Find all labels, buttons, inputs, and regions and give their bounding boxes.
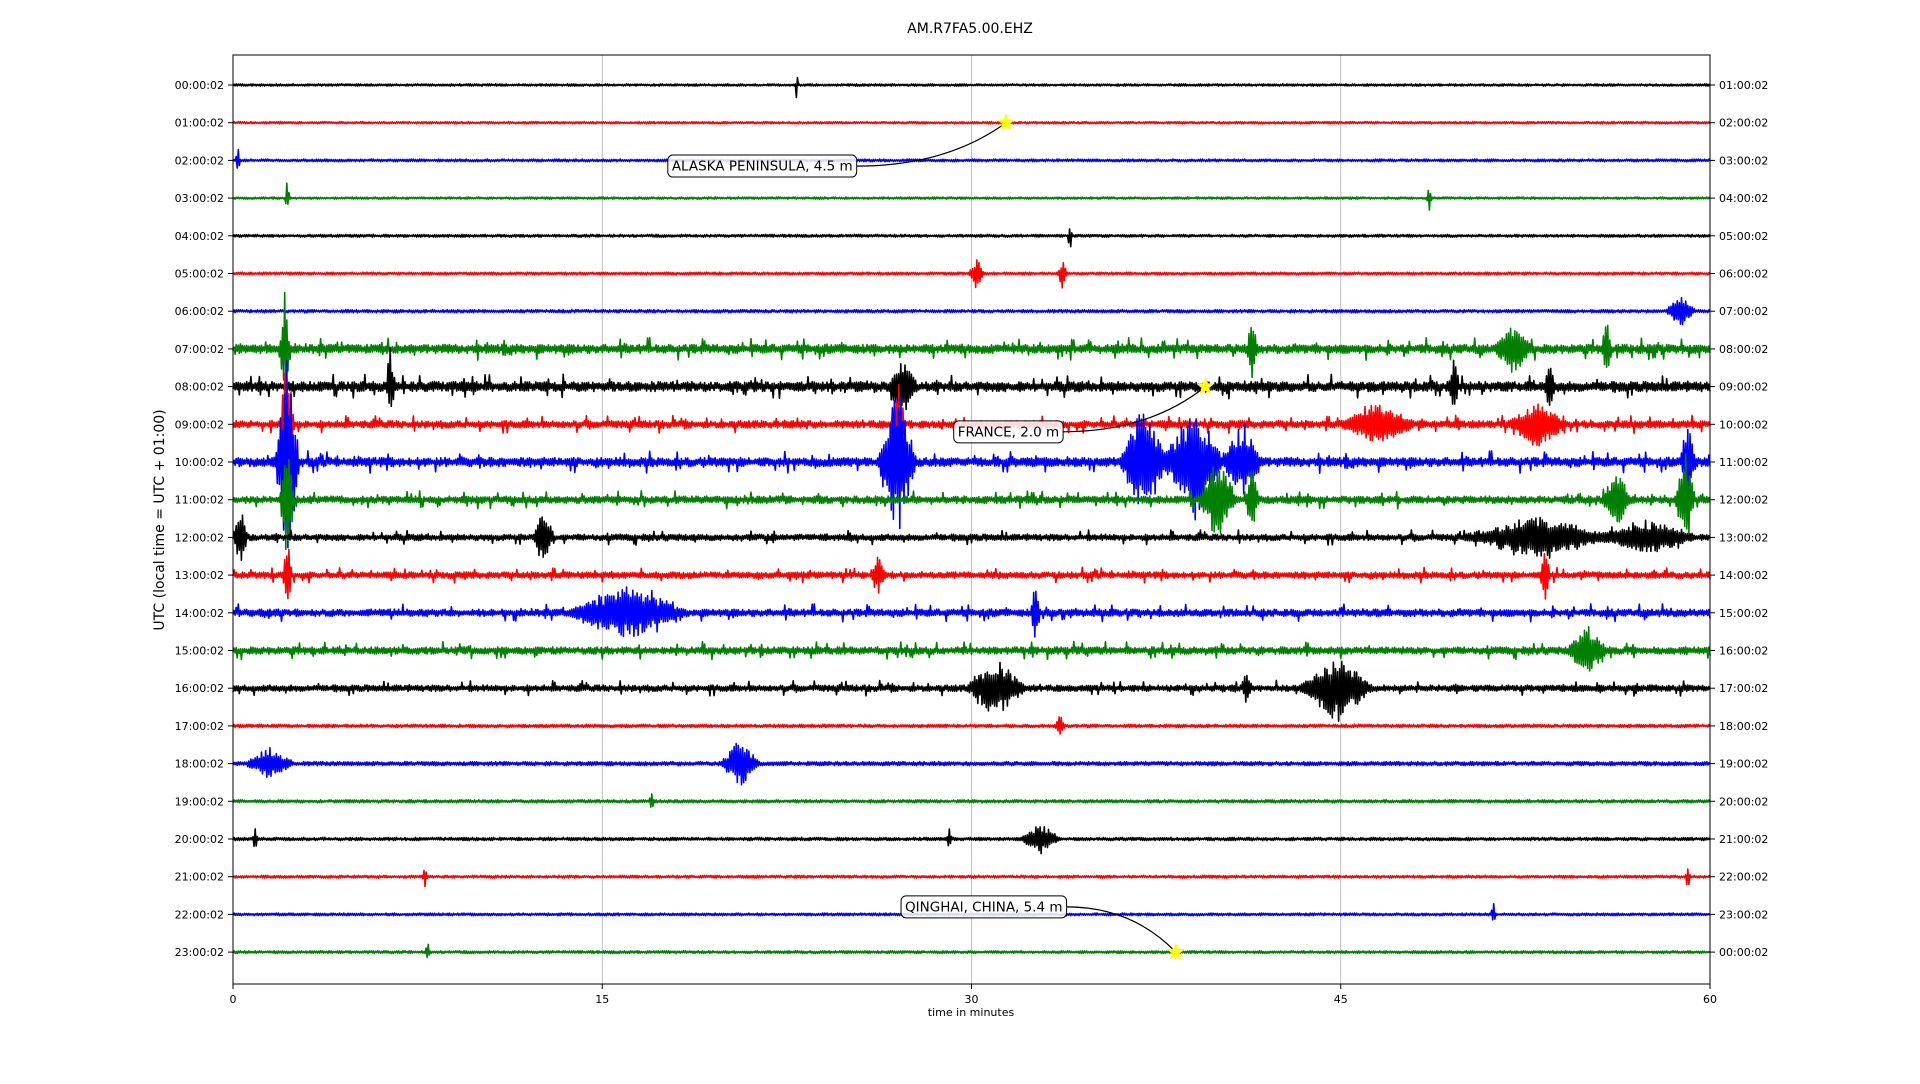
right-time-label: 06:00:02	[1719, 268, 1768, 281]
right-time-label: 05:00:02	[1719, 230, 1768, 243]
right-time-label: 02:00:02	[1719, 117, 1768, 130]
chart-title: AM.R7FA5.00.EHZ	[907, 21, 1033, 37]
right-time-label: 15:00:02	[1719, 607, 1768, 620]
left-time-label: 17:00:02	[175, 720, 224, 733]
grid-lines	[601, 55, 1342, 984]
right-time-label: 07:00:02	[1719, 305, 1768, 318]
left-time-label: 07:00:02	[175, 343, 224, 356]
right-time-label: 11:00:02	[1719, 456, 1768, 469]
y-axis-label: UTC (local time = UTC + 01:00)	[152, 409, 168, 630]
left-time-label: 22:00:02	[175, 908, 224, 921]
left-time-label: 02:00:02	[175, 154, 224, 167]
right-time-label: 00:00:02	[1719, 946, 1768, 959]
right-time-label: 09:00:02	[1719, 381, 1768, 394]
left-time-label: 06:00:02	[175, 305, 224, 318]
left-time-label: 20:00:02	[175, 833, 224, 846]
left-time-label: 15:00:02	[175, 645, 224, 658]
left-time-label: 05:00:02	[175, 268, 224, 281]
helicorder-chart: AM.R7FA5.00.EHZ ALASKA PENINSULA, 4.5 m F…	[0, 0, 1920, 1080]
left-time-label: 21:00:02	[175, 871, 224, 884]
left-time-label: 11:00:02	[175, 494, 224, 507]
right-time-label: 23:00:02	[1719, 908, 1768, 921]
left-time-label: 09:00:02	[175, 418, 224, 431]
chart-svg: AM.R7FA5.00.EHZ ALASKA PENINSULA, 4.5 m F…	[152, 21, 1768, 1019]
right-time-label: 20:00:02	[1719, 795, 1768, 808]
left-time-label: 00:00:02	[175, 79, 224, 92]
event-label-text: FRANCE, 2.0 m	[958, 424, 1059, 440]
right-time-label: 22:00:02	[1719, 871, 1768, 884]
event-label-text: ALASKA PENINSULA, 4.5 m	[672, 159, 853, 175]
x-axis-ticks: 0 15 30 45 60	[230, 984, 1717, 1006]
right-time-label: 10:00:02	[1719, 418, 1768, 431]
left-time-label: 10:00:02	[175, 456, 224, 469]
left-time-label: 23:00:02	[175, 946, 224, 959]
left-time-label: 12:00:02	[175, 531, 224, 544]
left-time-label: 14:00:02	[175, 607, 224, 620]
left-time-label: 18:00:02	[175, 758, 224, 771]
right-time-label: 01:00:02	[1719, 79, 1768, 92]
x-tick-label: 15	[595, 993, 609, 1006]
left-time-label: 16:00:02	[175, 682, 224, 695]
right-time-label: 17:00:02	[1719, 682, 1768, 695]
right-time-label: 16:00:02	[1719, 645, 1768, 658]
right-time-label: 13:00:02	[1719, 531, 1768, 544]
right-time-labels: 01:00:02 02:00:02 03:00:02 04:00:02 05:00:02…	[1710, 79, 1768, 959]
right-time-label: 19:00:02	[1719, 758, 1768, 771]
left-time-labels: 00:00:02 01:00:02 02:00:02 03:00:02 04:00:02…	[175, 79, 233, 959]
left-time-label: 03:00:02	[175, 192, 224, 205]
x-tick-label: 45	[1334, 993, 1348, 1006]
right-time-label: 04:00:02	[1719, 192, 1768, 205]
left-time-label: 19:00:02	[175, 795, 224, 808]
x-tick-label: 0	[230, 993, 237, 1006]
right-time-label: 08:00:02	[1719, 343, 1768, 356]
x-axis-label: time in minutes	[928, 1006, 1015, 1019]
left-time-label: 04:00:02	[175, 230, 224, 243]
x-tick-label: 60	[1703, 993, 1717, 1006]
left-time-label: 01:00:02	[175, 117, 224, 130]
x-tick-label: 30	[965, 993, 979, 1006]
event-label-text: QINGHAI, CHINA, 5.4 m	[905, 899, 1063, 915]
right-time-label: 18:00:02	[1719, 720, 1768, 733]
left-time-label: 08:00:02	[175, 381, 224, 394]
right-time-label: 21:00:02	[1719, 833, 1768, 846]
right-time-label: 03:00:02	[1719, 154, 1768, 167]
right-time-label: 12:00:02	[1719, 494, 1768, 507]
left-time-label: 13:00:02	[175, 569, 224, 582]
right-time-label: 14:00:02	[1719, 569, 1768, 582]
